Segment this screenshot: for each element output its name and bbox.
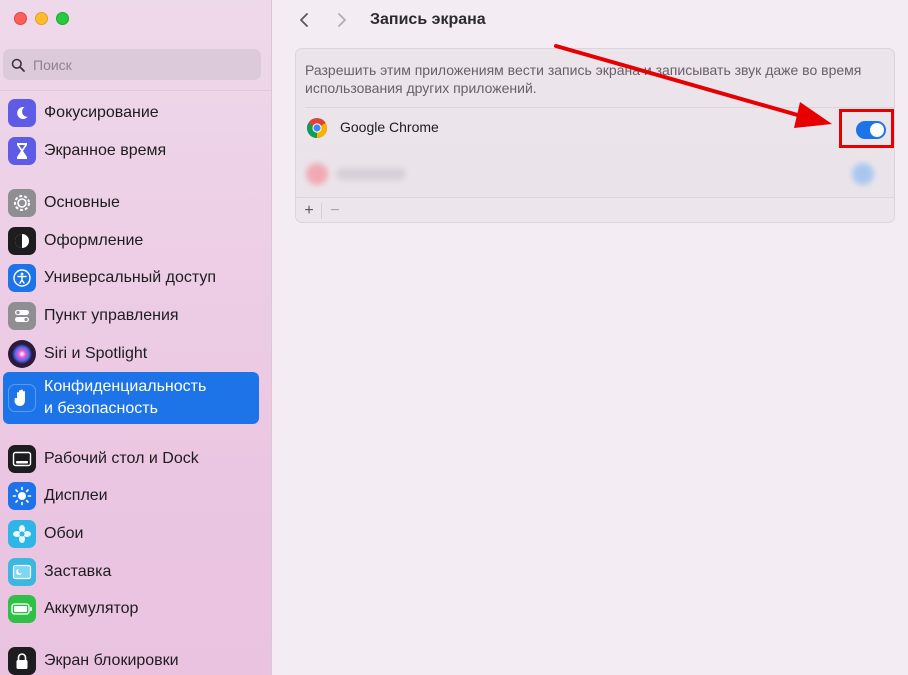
blurred-app-name — [336, 168, 406, 180]
zoom-window-button[interactable] — [56, 12, 69, 25]
sidebar-item-battery[interactable]: Аккумулятор — [3, 593, 259, 625]
sidebar-item-label-line2: и безопасность — [44, 400, 158, 417]
moon-icon — [8, 99, 36, 127]
sidebar-item-appearance[interactable]: Оформление — [3, 225, 259, 257]
gear-icon — [8, 189, 36, 217]
actions-divider — [321, 203, 322, 219]
sidebar-item-label: Пункт управления — [44, 307, 179, 324]
sidebar-item-wallpaper[interactable]: Обои — [3, 518, 259, 550]
sidebar-item-label: Универсальный доступ — [44, 269, 217, 286]
search-field[interactable] — [3, 49, 261, 80]
sidebar-item-label: Рабочий стол и Dock — [44, 450, 199, 467]
blurred-app-row — [296, 149, 894, 197]
screen-recording-panel: Разрешить этим приложениям вести запись … — [295, 48, 895, 223]
control-center-icon — [8, 302, 36, 330]
sidebar-item-label: Обои — [44, 525, 84, 542]
sidebar-item-desktop-dock[interactable]: Рабочий стол и Dock — [3, 443, 259, 475]
list-actions-bar: + − — [296, 197, 894, 222]
hand-icon — [8, 384, 36, 412]
sidebar-item-accessibility[interactable]: Универсальный доступ — [3, 262, 259, 294]
chrome-icon — [307, 118, 327, 138]
blurred-toggle — [852, 163, 874, 185]
chevron-left-icon — [300, 13, 308, 27]
search-icon — [11, 58, 25, 72]
sidebar-item-displays[interactable]: Дисплеи — [3, 480, 259, 512]
app-name: Google Chrome — [340, 119, 439, 135]
dock-icon — [8, 445, 36, 473]
forward-button[interactable] — [330, 8, 354, 32]
toolbar: Запись экрана — [292, 8, 486, 32]
remove-app-button[interactable]: − — [324, 200, 346, 222]
minimize-window-button[interactable] — [35, 12, 48, 25]
sidebar-item-focus[interactable]: Фокусирование — [3, 97, 259, 129]
sidebar-item-label-line1: Конфиденциальность — [44, 378, 207, 395]
sidebar-item-label: Оформление — [44, 232, 144, 249]
lock-icon — [8, 647, 36, 675]
battery-icon — [8, 595, 36, 623]
siri-icon — [8, 340, 36, 368]
add-app-button[interactable]: + — [298, 200, 320, 222]
sidebar-item-label: Экранное время — [44, 142, 167, 159]
panel-description: Разрешить этим приложениям вести запись … — [305, 62, 862, 96]
sun-icon — [8, 482, 36, 510]
sidebar-item-screen-time[interactable]: Экранное время — [3, 135, 259, 167]
main-pane: Запись экрана Разрешить этим приложениям… — [272, 0, 908, 675]
page-title: Запись экрана — [370, 11, 486, 28]
sidebar-item-control-center[interactable]: Пункт управления — [3, 300, 259, 332]
annotation-highlight-box — [839, 109, 894, 148]
sidebar-item-label: Экран блокировки — [44, 652, 179, 669]
flower-icon — [8, 520, 36, 548]
sidebar-item-label: Фокусирование — [44, 104, 159, 121]
window-controls — [14, 12, 69, 25]
sidebar-item-label: Аккумулятор — [44, 600, 139, 617]
sidebar: Фокусирование Экранное время Основные Оф… — [0, 0, 272, 675]
accessibility-icon — [8, 264, 36, 292]
appearance-icon — [8, 227, 36, 255]
close-window-button[interactable] — [14, 12, 27, 25]
sidebar-item-siri-spotlight[interactable]: Siri и Spotlight — [3, 338, 259, 370]
sidebar-item-label: Основные — [44, 194, 120, 211]
sidebar-item-label: Конфиденциальность и безопасность — [44, 376, 206, 420]
hourglass-icon — [8, 137, 36, 165]
sidebar-item-label: Дисплеи — [44, 487, 108, 504]
app-row-google-chrome: Google Chrome — [296, 108, 894, 148]
chevron-right-icon — [338, 13, 346, 27]
sidebar-item-general[interactable]: Основные — [3, 187, 259, 219]
sidebar-item-screensaver[interactable]: Заставка — [3, 556, 259, 588]
back-button[interactable] — [292, 8, 316, 32]
sidebar-divider — [0, 90, 272, 91]
screensaver-icon — [8, 558, 36, 586]
blurred-app-icon — [306, 163, 328, 185]
sidebar-item-label: Заставка — [44, 563, 112, 580]
search-input[interactable] — [33, 56, 233, 73]
sidebar-item-lock-screen[interactable]: Экран блокировки — [3, 645, 259, 675]
sidebar-item-label: Siri и Spotlight — [44, 345, 148, 362]
sidebar-item-privacy-security[interactable]: Конфиденциальность и безопасность — [3, 372, 259, 424]
